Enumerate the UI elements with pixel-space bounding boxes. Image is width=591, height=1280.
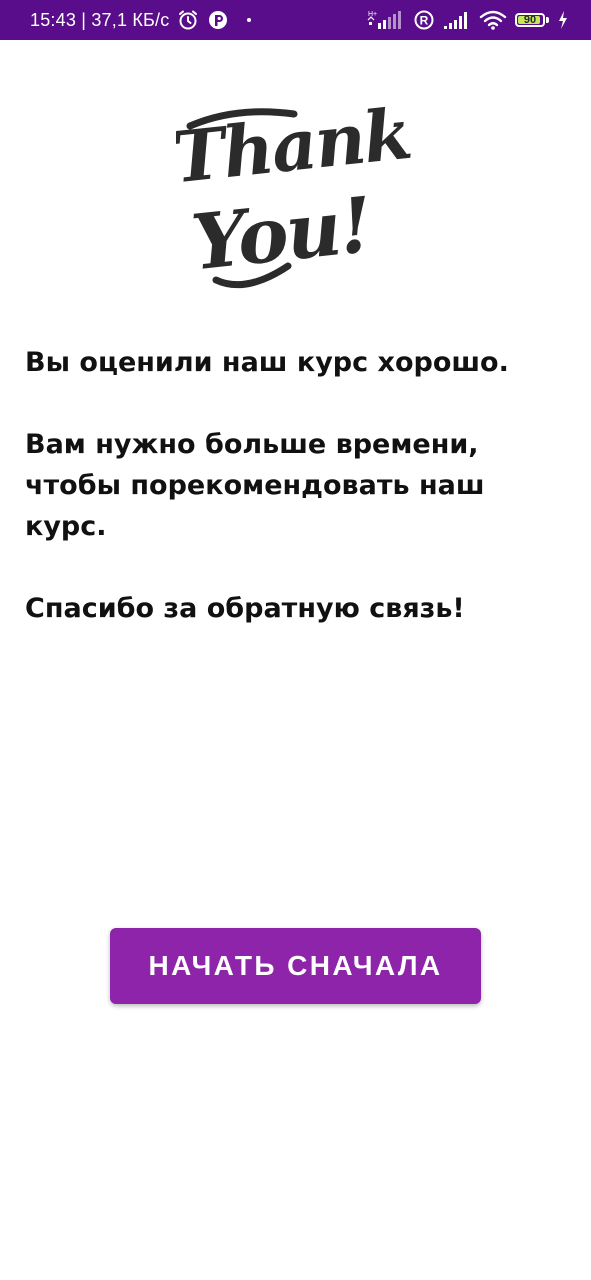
message-more-time-text: Вам нужно больше времени, чтобы порекоме… [25, 429, 485, 542]
registered-icon: R [413, 9, 435, 31]
thank-you-logo: Thank You! [176, 92, 414, 289]
status-bar-left: 15:43 | 37,1 КБ/с [30, 9, 252, 31]
svg-text:H+: H+ [368, 11, 377, 18]
battery-cap [546, 17, 549, 23]
restart-button[interactable]: НАЧАТЬ СНАЧАЛА [110, 928, 481, 1004]
app-notification-icon [207, 9, 229, 31]
battery-level: 90 [523, 13, 537, 26]
status-bar-right: H+ R 90 [367, 9, 569, 31]
signal-h-plus-icon: H+ [367, 9, 405, 31]
battery-icon: 90 [515, 13, 549, 27]
thank-you-lettering: Thank You! [176, 92, 414, 289]
notification-dot-icon [247, 18, 252, 22]
restart-button-label: НАЧАТЬ СНАЧАЛА [148, 950, 443, 981]
charging-icon [557, 10, 569, 30]
alarm-icon [177, 9, 199, 31]
message-rating-text: Вы оценили наш курс хорошо. [25, 347, 509, 378]
status-bar: 15:43 | 37,1 КБ/с H+ R 90 [0, 0, 591, 40]
battery-body: 90 [515, 13, 545, 27]
signal-bars-icon [443, 10, 471, 30]
status-time-speed: 15:43 | 37,1 КБ/с [30, 9, 170, 30]
logo-line-thank: Thank [176, 92, 414, 199]
svg-text:R: R [420, 14, 429, 28]
feedback-message: Вы оценили наш курс хорошо. Вам нужно бо… [25, 342, 565, 629]
message-thanks-text: Спасибо за обратную связь! [25, 593, 465, 624]
wifi-icon [479, 9, 507, 31]
